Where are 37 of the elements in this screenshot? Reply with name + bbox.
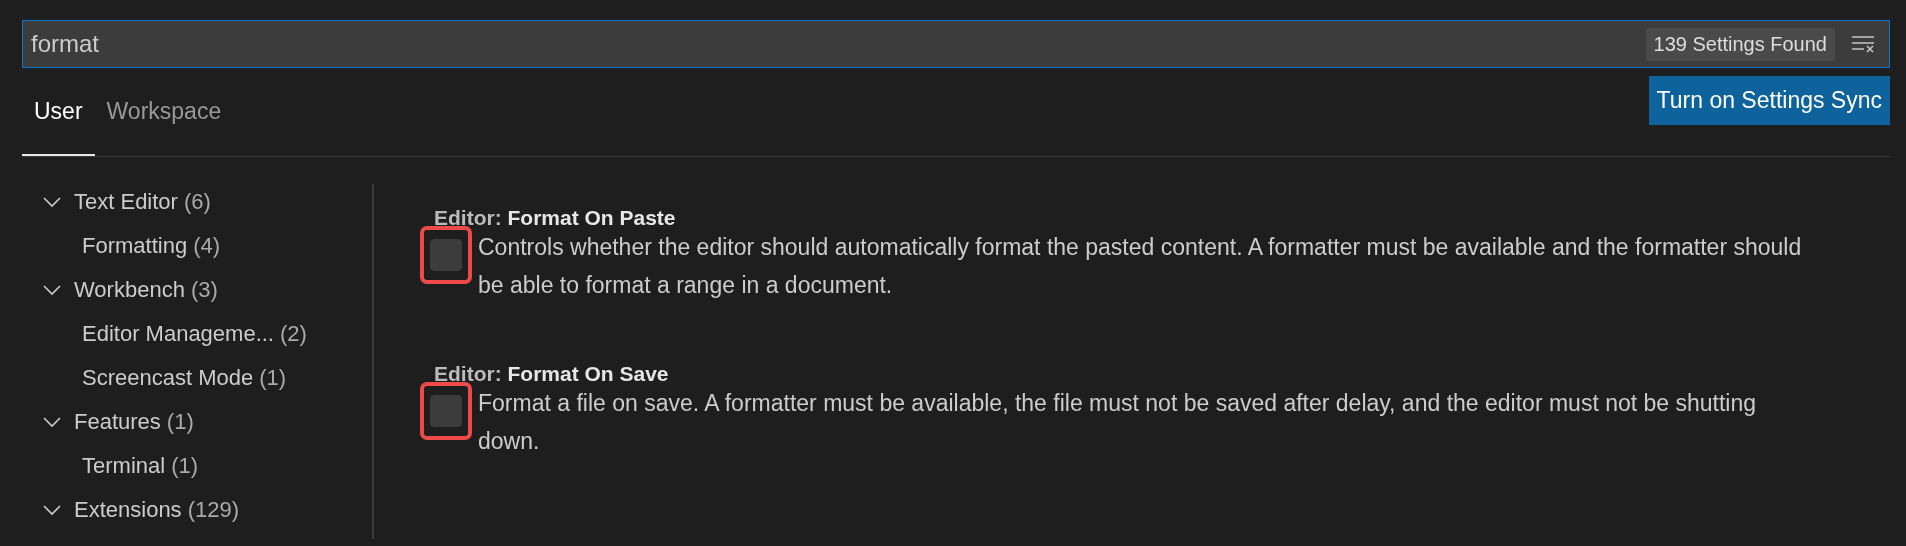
tree-item[interactable]: Terminal (1) bbox=[22, 448, 372, 484]
settings-tab[interactable]: User bbox=[22, 68, 95, 156]
tree-count: (4) bbox=[193, 233, 221, 259]
tree-item[interactable]: Extensions (129) bbox=[22, 492, 372, 528]
result-count-badge: 139 Settings Found bbox=[1645, 27, 1835, 61]
tree-count: (1) bbox=[259, 365, 287, 391]
settings-tab[interactable]: Workspace bbox=[94, 68, 234, 156]
tree-label: Text Editor bbox=[74, 189, 178, 215]
setting-title: Editor: Format On Paste bbox=[434, 206, 677, 230]
tree-count: (3) bbox=[190, 277, 218, 303]
clear-filter-icon[interactable] bbox=[1851, 35, 1875, 53]
tree-label: Screencast Mode bbox=[82, 365, 254, 391]
sync-button[interactable]: Turn on Settings Sync bbox=[1648, 75, 1890, 125]
search-input[interactable]: format bbox=[31, 30, 1646, 58]
tree-item[interactable]: Text Editor (6) bbox=[22, 184, 372, 220]
tree-item[interactable]: Formatting (4) bbox=[22, 228, 372, 264]
tree-label: Editor Manageme... bbox=[82, 321, 274, 347]
setting-title: Editor: Format On Save bbox=[434, 362, 670, 386]
tree-label: Terminal bbox=[82, 453, 166, 479]
setting-checkbox[interactable] bbox=[430, 395, 462, 427]
tree-count: (1) bbox=[171, 453, 199, 479]
tree-count: (2) bbox=[280, 321, 307, 347]
tree-item[interactable]: Workbench (3) bbox=[22, 272, 372, 308]
tree-item[interactable]: Editor Manageme... (2) bbox=[22, 316, 372, 352]
tree-count: (1) bbox=[166, 409, 194, 435]
tree-label: Workbench bbox=[74, 277, 185, 303]
tree-label: Extensions bbox=[74, 497, 182, 523]
search-field[interactable]: format 139 Settings Found bbox=[22, 20, 1890, 68]
tree-label: Formatting bbox=[82, 233, 188, 259]
tree-item[interactable]: Features (1) bbox=[22, 404, 372, 440]
setting-checkbox[interactable] bbox=[430, 239, 462, 271]
tree-label: Features bbox=[74, 409, 161, 435]
tree-item[interactable]: Screencast Mode (1) bbox=[22, 360, 372, 396]
setting-description: Format a file on save. A formatter must be available, the file must not be saved after delay, and the editor must not be shutting down. bbox=[478, 389, 1758, 456]
tree-count: (129) bbox=[187, 497, 239, 523]
tree-count: (6) bbox=[183, 189, 211, 215]
setting-description: Controls whether the editor should automatically format the pasted content. A formatter must be available and the formatter should be able to format a range in a document. bbox=[478, 233, 1803, 300]
